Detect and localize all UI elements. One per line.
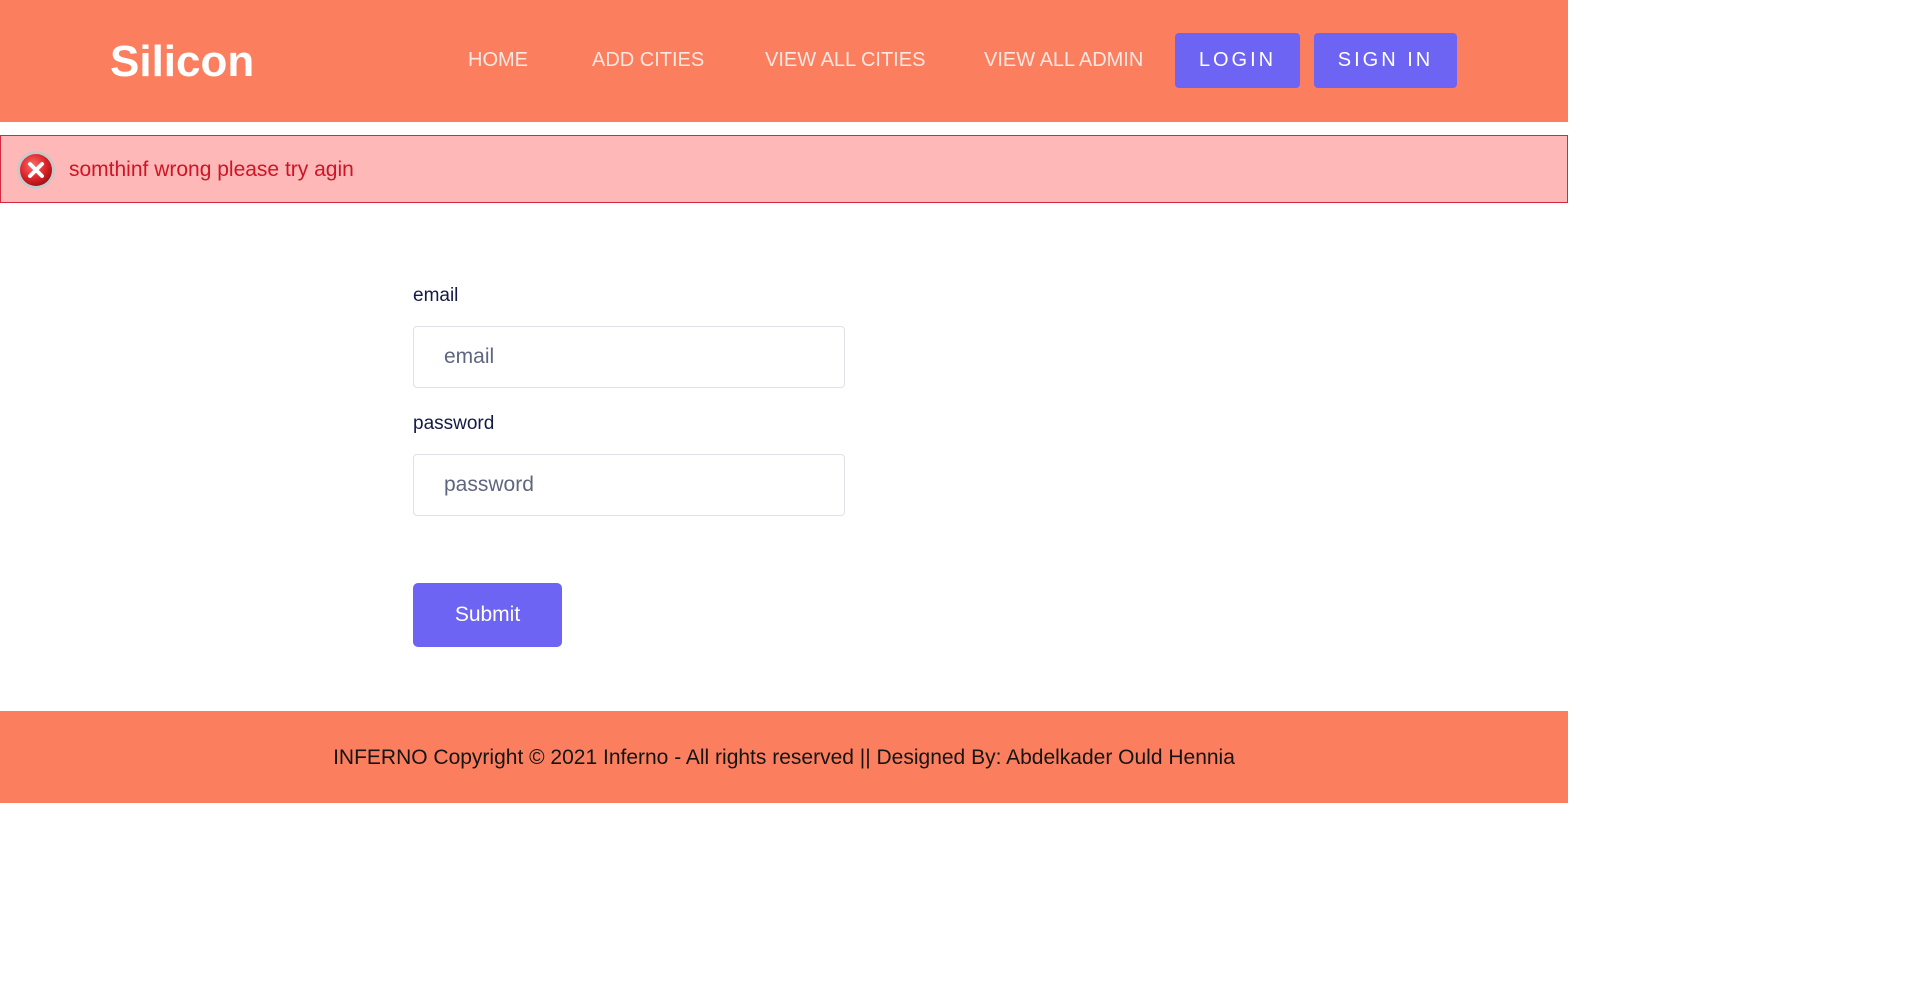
page: Silicon HOME ADD CITIES VIEW ALL CITIES …: [0, 0, 1568, 985]
email-input[interactable]: [413, 326, 845, 388]
sign-in-button[interactable]: SIGN IN: [1314, 33, 1457, 88]
nav-link-view-all-cities[interactable]: VIEW ALL CITIES: [765, 49, 925, 71]
nav-link-view-all-admin[interactable]: VIEW ALL ADMIN: [984, 49, 1143, 71]
navbar: Silicon HOME ADD CITIES VIEW ALL CITIES …: [0, 0, 1568, 122]
email-label: email: [413, 285, 459, 306]
error-alert: somthinf wrong please try agin: [0, 135, 1568, 203]
submit-button[interactable]: Submit: [413, 583, 562, 647]
password-label: password: [413, 413, 495, 434]
password-input[interactable]: [413, 454, 845, 516]
alert-message: somthinf wrong please try agin: [69, 158, 354, 181]
error-circle-icon: [16, 150, 56, 190]
footer-copyright: INFERNO Copyright © 2021 Inferno - All r…: [333, 746, 1235, 769]
footer: INFERNO Copyright © 2021 Inferno - All r…: [0, 711, 1568, 803]
nav-link-add-cities[interactable]: ADD CITIES: [592, 49, 704, 71]
brand-logo[interactable]: Silicon: [110, 36, 254, 88]
nav-link-home[interactable]: HOME: [468, 49, 528, 71]
login-button[interactable]: LOGIN: [1175, 33, 1300, 88]
